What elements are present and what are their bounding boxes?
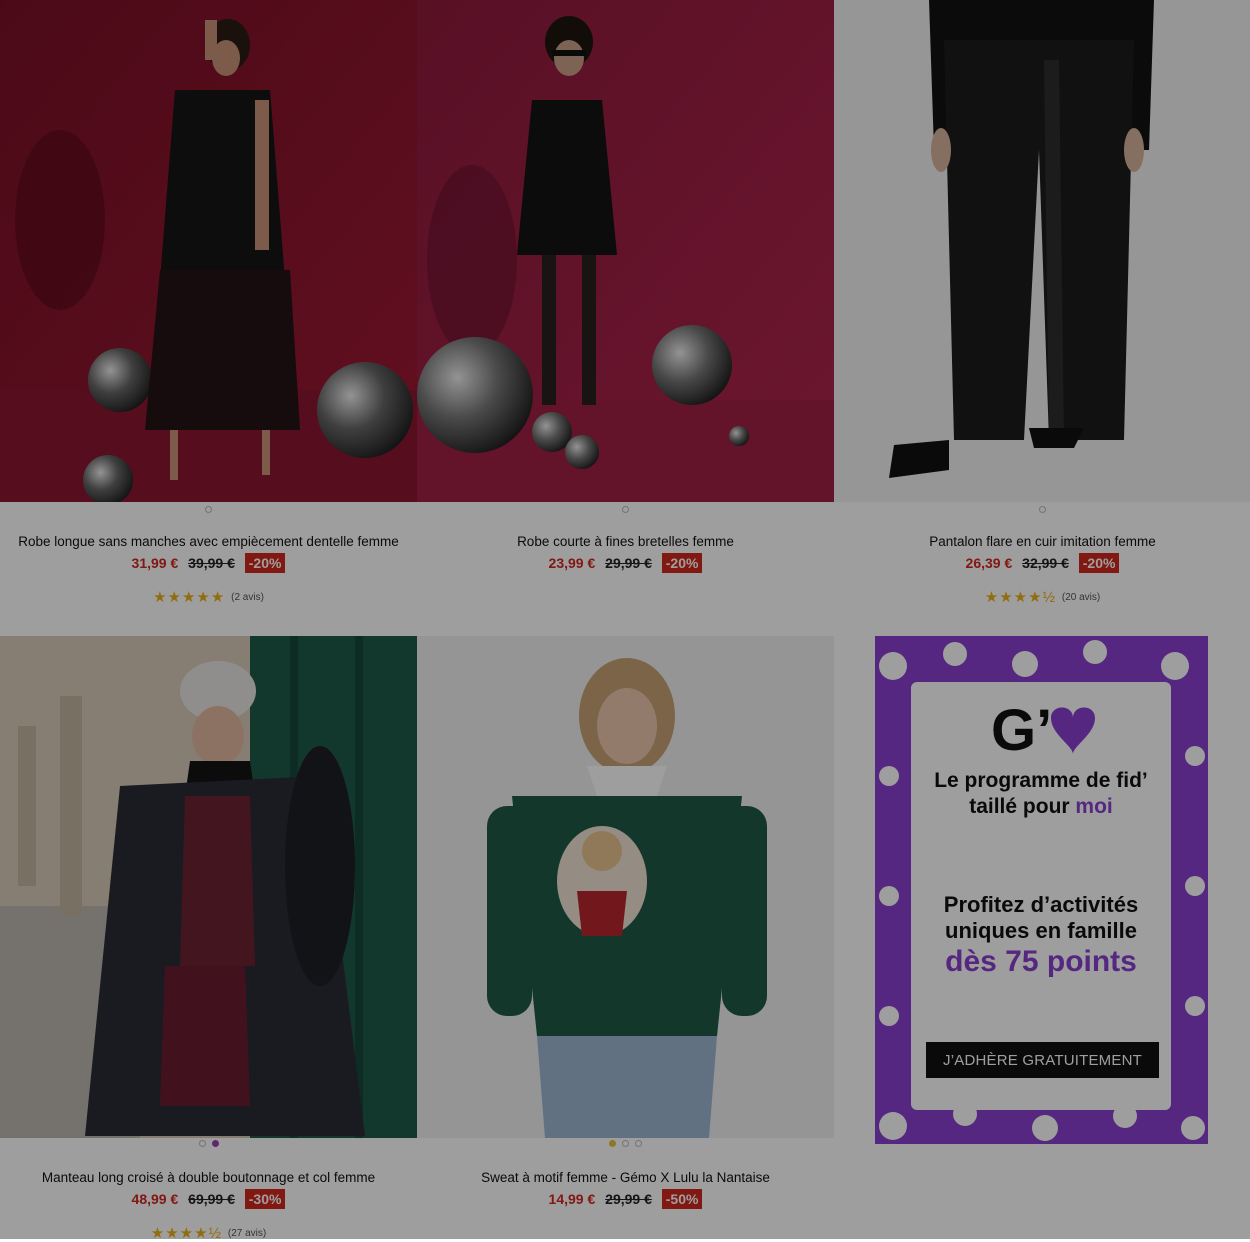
- modal-backdrop[interactable]: [0, 0, 1250, 1239]
